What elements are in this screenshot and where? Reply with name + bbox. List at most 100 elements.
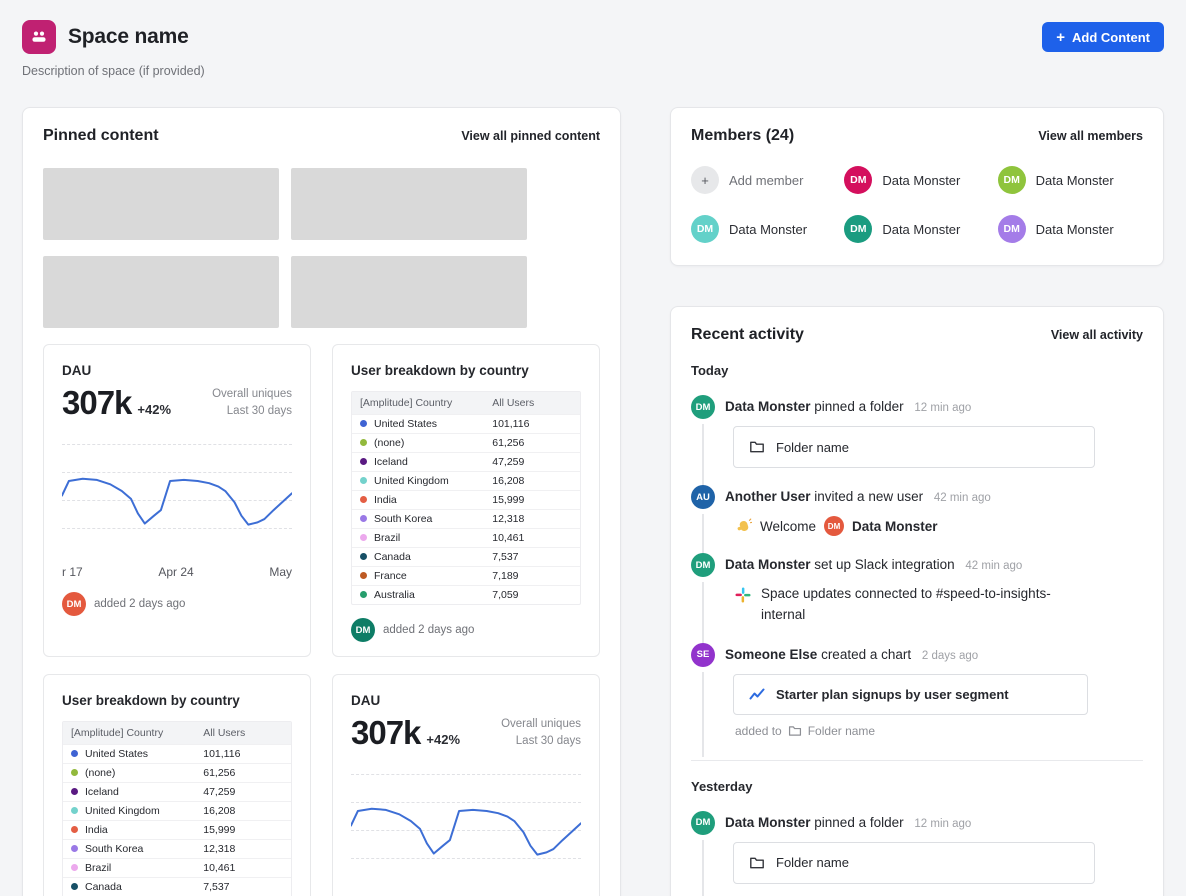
avatar: DM	[691, 811, 715, 835]
series-color-dot	[71, 845, 78, 852]
avatar: DM	[998, 166, 1026, 194]
avatar: DM	[998, 215, 1026, 243]
table-row: Canada7,537	[352, 548, 580, 567]
folder-attachment[interactable]: Folder name	[733, 426, 1095, 468]
actor-name[interactable]: Data Monster	[725, 399, 811, 414]
series-color-dot	[71, 883, 78, 890]
dau-card-title: DAU	[62, 363, 292, 378]
pinned-thumbnail[interactable]	[291, 168, 527, 240]
table-row: Brazil10,461	[352, 529, 580, 548]
space-page: Space name Description of space (if prov…	[0, 0, 1186, 896]
view-all-members-link[interactable]: View all members	[1038, 129, 1143, 143]
activity-day-header: Yesterday	[691, 779, 1143, 794]
table-row: Iceland47,259	[63, 783, 291, 802]
added-timestamp: added 2 days ago	[94, 598, 185, 610]
pinned-thumbnail[interactable]	[43, 256, 279, 328]
slack-icon	[735, 587, 751, 603]
country-table-card[interactable]: User breakdown by country [Amplitude] Co…	[332, 344, 600, 657]
added-to-folder-note: added to Folder name	[735, 724, 1143, 738]
dau-delta: +42%	[426, 732, 460, 747]
table-row: United Kingdom16,208	[63, 802, 291, 821]
activity-day-header: Today	[691, 363, 1143, 378]
actor-name[interactable]: Someone Else	[725, 647, 817, 662]
waving-hand-icon	[735, 518, 752, 535]
dau-chart-card[interactable]: DAU 307k +42% Overall uniques Last 30 da…	[332, 674, 600, 896]
table-row: France7,189	[352, 567, 580, 586]
table-row: United States101,116	[63, 745, 291, 764]
welcomed-user-name[interactable]: Data Monster	[852, 519, 938, 534]
avatar: AU	[691, 485, 715, 509]
series-color-dot	[71, 864, 78, 871]
view-all-pinned-link[interactable]: View all pinned content	[461, 129, 600, 143]
activity-item: SE Someone Else created a chart 2 days a…	[691, 643, 1143, 738]
folder-icon	[749, 439, 765, 455]
series-color-dot	[360, 553, 367, 560]
folder-attachment[interactable]: Folder name	[733, 842, 1095, 884]
timestamp: 42 min ago	[965, 560, 1022, 572]
view-all-activity-link[interactable]: View all activity	[1051, 328, 1143, 342]
table-row: Canada7,537	[63, 878, 291, 896]
dau-chart-card[interactable]: DAU 307k +42% Overall uniques Last 30 da…	[43, 344, 311, 657]
page-title: Space name	[68, 25, 189, 49]
series-color-dot	[360, 458, 367, 465]
pinned-thumbnail[interactable]	[291, 256, 527, 328]
activity-item: DM Data Monster pinned a folder 12 min a…	[691, 395, 1143, 468]
avatar: DM	[62, 592, 86, 616]
page-header: Space name Description of space (if prov…	[22, 20, 1164, 78]
column-header: All Users	[195, 722, 291, 745]
member-item[interactable]: DM Data Monster	[691, 215, 836, 243]
series-color-dot	[360, 591, 367, 598]
table-row: South Korea12,318	[352, 510, 580, 529]
add-content-label: Add Content	[1072, 30, 1150, 45]
chart-attachment[interactable]: Starter plan signups by user segment	[733, 674, 1088, 715]
actor-name[interactable]: Data Monster	[725, 557, 811, 572]
series-color-dot	[360, 420, 367, 427]
actor-name[interactable]: Another User	[725, 489, 811, 504]
member-item[interactable]: DM Data Monster	[998, 215, 1143, 243]
series-color-dot	[360, 534, 367, 541]
country-card-title: User breakdown by country	[351, 363, 581, 378]
dau-x-axis-labels: r 17 Apr 24 May	[62, 565, 292, 579]
activity-item: DM Data Monster set up Slack integration…	[691, 553, 1143, 626]
table-row: (none)61,256	[352, 434, 580, 453]
dau-delta: +42%	[137, 402, 171, 417]
add-content-button[interactable]: + Add Content	[1042, 22, 1164, 52]
avatar: DM	[691, 215, 719, 243]
country-table: [Amplitude] Country All Users United Sta…	[63, 722, 291, 896]
dau-value: 307k	[62, 386, 131, 420]
pinned-content-panel: Pinned content View all pinned content D…	[22, 107, 621, 896]
avatar: DM	[351, 618, 375, 642]
table-row: (none)61,256	[63, 764, 291, 783]
table-row: Brazil10,461	[63, 859, 291, 878]
member-item[interactable]: DM Data Monster	[844, 215, 989, 243]
dau-line-chart	[62, 444, 292, 556]
series-color-dot	[71, 769, 78, 776]
members-panel: Members (24) View all members + Add memb…	[670, 107, 1164, 266]
actor-name[interactable]: Data Monster	[725, 815, 811, 830]
folder-icon	[788, 724, 802, 738]
avatar: SE	[691, 643, 715, 667]
member-item[interactable]: DM Data Monster	[844, 166, 989, 194]
member-item[interactable]: DM Data Monster	[998, 166, 1143, 194]
pinned-thumbnail[interactable]	[43, 168, 279, 240]
dau-meta: Overall uniques Last 30 days	[501, 716, 581, 750]
members-title: Members (24)	[691, 127, 794, 145]
action-text: set up Slack integration	[814, 557, 954, 572]
action-text: created a chart	[821, 647, 911, 662]
avatar: DM	[844, 166, 872, 194]
series-color-dot	[71, 826, 78, 833]
dau-meta: Overall uniques Last 30 days	[212, 386, 292, 420]
add-member-button[interactable]: + Add member	[691, 166, 836, 194]
timestamp: 2 days ago	[922, 650, 978, 662]
table-row: United Kingdom16,208	[352, 472, 580, 491]
country-table-card[interactable]: User breakdown by country [Amplitude] Co…	[43, 674, 311, 896]
avatar: DM	[691, 553, 715, 577]
space-group-icon	[22, 20, 56, 54]
series-color-dot	[360, 439, 367, 446]
action-text: pinned a folder	[814, 399, 903, 414]
table-row: United States101,116	[352, 415, 580, 434]
avatar: DM	[844, 215, 872, 243]
plus-icon: +	[691, 166, 719, 194]
table-row: India15,999	[63, 821, 291, 840]
table-row: South Korea12,318	[63, 840, 291, 859]
